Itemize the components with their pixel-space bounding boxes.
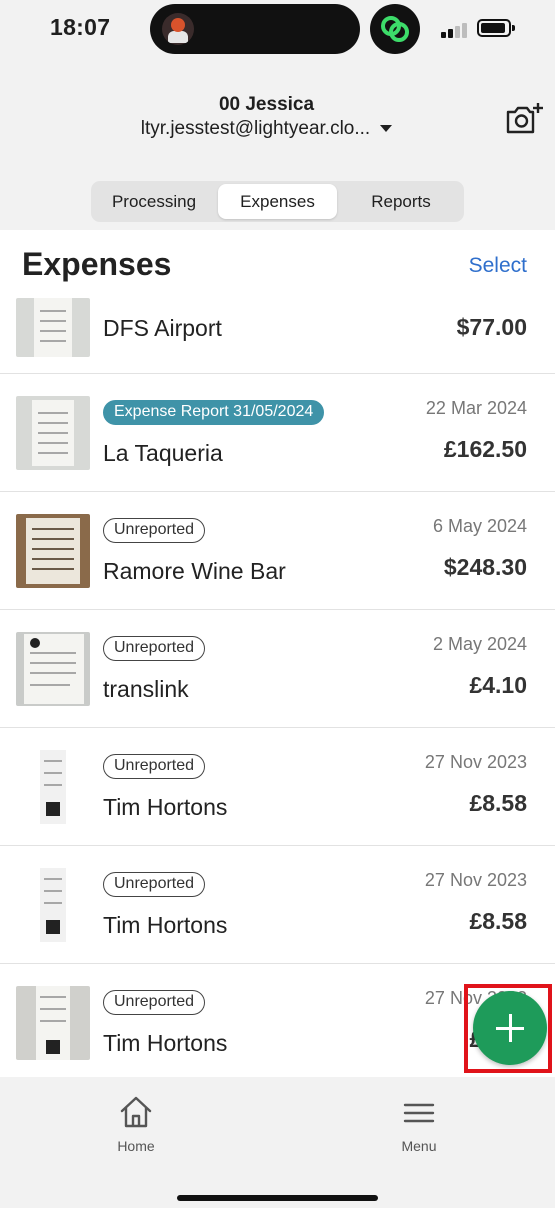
select-button[interactable]: Select: [469, 254, 527, 278]
status-badge: Unreported: [103, 990, 206, 1015]
status-badge: Unreported: [103, 872, 206, 897]
tab-reports[interactable]: Reports: [341, 184, 461, 219]
list-item[interactable]: DFS Airport $77.00: [0, 290, 555, 374]
tab-expenses[interactable]: Expenses: [218, 184, 337, 219]
nav-menu[interactable]: Menu: [374, 1095, 464, 1154]
nav-home[interactable]: Home: [91, 1095, 181, 1154]
status-badge: Unreported: [103, 754, 206, 779]
expense-amount: $248.30: [443, 554, 527, 580]
list-item[interactable]: Unreported 27 Nov 2023 Tim Hortons £8.58: [0, 846, 555, 964]
merchant-name: Tim Hortons: [103, 794, 228, 820]
chevron-down-icon: [380, 125, 393, 133]
list-item[interactable]: Unreported 27 Nov 2023 Tim Hortons £8.58: [0, 728, 555, 846]
receipt-thumbnail: [16, 298, 90, 357]
merchant-name: La Taqueria: [103, 440, 223, 466]
hamburger-menu-icon: [403, 1103, 435, 1123]
battery-icon: [477, 19, 515, 37]
list-item[interactable]: Unreported 2 May 2024 translink £4.10: [0, 610, 555, 728]
status-badge: Unreported: [103, 636, 206, 661]
highlight-box: [464, 984, 552, 1073]
bottom-nav: Home Menu: [0, 1077, 555, 1208]
expense-date: 6 May 2024: [432, 516, 527, 536]
add-photo-camera-icon[interactable]: [505, 102, 545, 136]
linkage-app-icon: [370, 4, 420, 54]
tab-processing[interactable]: Processing: [94, 184, 214, 219]
avatar-icon: [162, 13, 194, 45]
receipt-thumbnail: [16, 750, 90, 824]
status-time: 18:07: [50, 14, 111, 40]
dynamic-island: [150, 4, 360, 54]
expense-amount: £162.50: [443, 436, 527, 462]
list-item[interactable]: Expense Report 31/05/2024 22 Mar 2024 La…: [0, 374, 555, 492]
merchant-name: Ramore Wine Bar: [103, 558, 286, 584]
segmented-control: Processing Expenses Reports: [91, 181, 464, 222]
expense-date: 2 May 2024: [432, 634, 527, 654]
account-switcher[interactable]: ltyr.jesstest@lightyear.clo...: [0, 118, 533, 140]
signal-icon: [441, 22, 471, 38]
merchant-name: translink: [103, 676, 189, 702]
expense-amount: £4.10: [469, 672, 527, 698]
status-badge: Unreported: [103, 518, 206, 543]
receipt-thumbnail: [16, 396, 90, 470]
receipt-thumbnail: [16, 514, 90, 588]
expense-date: 22 Mar 2024: [425, 398, 527, 418]
expense-amount: £8.58: [469, 790, 527, 816]
page-title: Expenses: [22, 246, 172, 282]
expense-amount: £8.58: [469, 908, 527, 934]
nav-home-label: Home: [117, 1138, 155, 1154]
receipt-thumbnail: [16, 868, 90, 942]
tab-bar-container: Processing Expenses Reports: [0, 172, 555, 230]
expense-date: 27 Nov 2023: [424, 752, 527, 772]
status-badge: Expense Report 31/05/2024: [103, 400, 325, 425]
account-name: 00 Jessica: [218, 94, 315, 115]
nav-menu-label: Menu: [401, 1138, 437, 1154]
receipt-thumbnail: [16, 986, 90, 1060]
expense-amount: $77.00: [456, 314, 527, 340]
receipt-thumbnail: [16, 632, 90, 706]
list-item[interactable]: Unreported 6 May 2024 Ramore Wine Bar $2…: [0, 492, 555, 610]
header-area: 18:07 00 Jessica ltyr.jesstest@lightyear…: [0, 0, 555, 172]
home-indicator: [177, 1195, 378, 1201]
expense-date: 27 Nov 2023: [424, 870, 527, 890]
expense-list: DFS Airport $77.00 Expense Report 31/05/…: [0, 290, 555, 1077]
merchant-name: DFS Airport: [103, 315, 222, 341]
merchant-name: Tim Hortons: [103, 912, 228, 938]
merchant-name: Tim Hortons: [103, 1030, 228, 1056]
account-email: ltyr.jesstest@lightyear.clo...: [140, 118, 371, 139]
home-icon: [120, 1096, 152, 1128]
